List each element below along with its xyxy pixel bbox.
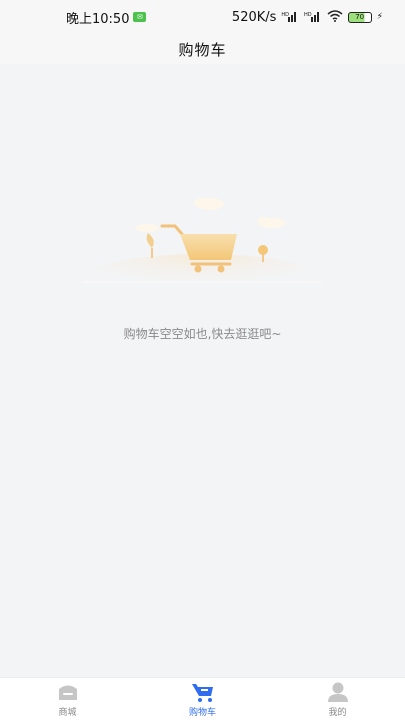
tab-profile[interactable]: 我的	[270, 678, 405, 720]
nav-header: 购物车	[0, 34, 405, 64]
store-icon	[58, 685, 77, 700]
status-left: 晚上10:50 ✉	[66, 8, 147, 27]
tab-bar: 商城 购物车 我的	[0, 677, 405, 720]
tab-cart-label: 购物车	[188, 707, 216, 718]
page-title: 购物车	[178, 40, 227, 59]
status-bar: 晚上10:50 ✉ 520K/s HD HD 70 ⚡	[0, 0, 405, 34]
tab-store[interactable]: 商城	[0, 678, 135, 720]
empty-cart-illustration	[72, 190, 332, 306]
tab-cart[interactable]: 购物车	[135, 678, 270, 720]
empty-cart-message: 购物车空空如也,快去逛逛吧~	[123, 327, 282, 341]
signal-2-icon: HD	[304, 12, 322, 22]
charging-icon: ⚡	[376, 12, 383, 22]
battery-level: 70	[355, 13, 365, 21]
user-icon	[327, 682, 348, 702]
cart-icon	[191, 683, 213, 702]
status-time: 晚上10:50	[66, 11, 130, 27]
battery-icon: 70	[347, 11, 372, 23]
signal-1-icon: HD	[281, 12, 299, 22]
tab-store-label: 商城	[58, 707, 77, 718]
wechat-icon: ✉	[133, 12, 147, 22]
status-right: 520K/s HD HD 70 ⚡	[232, 10, 383, 25]
network-speed: 520K/s	[231, 9, 277, 25]
tab-profile-label: 我的	[328, 707, 347, 718]
wifi-icon	[327, 9, 343, 25]
